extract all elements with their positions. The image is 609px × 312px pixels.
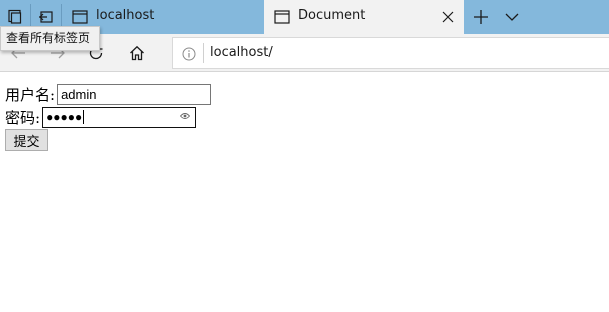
text-caret bbox=[83, 110, 85, 124]
password-input[interactable]: ●●●●● bbox=[42, 106, 197, 128]
divider bbox=[203, 43, 204, 63]
tab-title: localhost bbox=[96, 8, 155, 23]
page-content: 用户名: admin 密码: ●●●●● 提交 bbox=[0, 73, 609, 312]
username-input[interactable]: admin bbox=[57, 83, 212, 105]
reveal-password-icon[interactable] bbox=[180, 112, 191, 120]
tab-title: Document bbox=[298, 8, 366, 23]
address-bar[interactable]: localhost/ bbox=[172, 37, 609, 69]
set-aside-tabs-icon bbox=[39, 11, 53, 23]
submit-button[interactable]: 提交 bbox=[5, 129, 48, 151]
username-value: admin bbox=[61, 86, 97, 102]
password-value: ●●●●● bbox=[46, 110, 83, 124]
username-row: 用户名: admin bbox=[5, 83, 212, 105]
username-label: 用户名: bbox=[5, 85, 56, 104]
tab-document[interactable]: Document bbox=[264, 0, 464, 34]
page-icon bbox=[274, 10, 290, 24]
tab-list-button[interactable] bbox=[497, 0, 527, 34]
close-tab-icon[interactable] bbox=[442, 11, 454, 23]
info-icon[interactable] bbox=[182, 47, 196, 61]
tab-preview-icon bbox=[8, 9, 22, 24]
password-label: 密码: bbox=[5, 108, 41, 127]
home-button[interactable] bbox=[119, 34, 155, 72]
plus-icon bbox=[474, 10, 488, 24]
password-row: 密码: ●●●●● bbox=[5, 106, 197, 128]
tooltip: 查看所有标签页 bbox=[0, 26, 100, 51]
home-icon bbox=[130, 45, 144, 61]
page-icon bbox=[72, 10, 88, 24]
chevron-down-icon bbox=[505, 13, 519, 21]
url-text[interactable]: localhost/ bbox=[210, 45, 273, 60]
new-tab-button[interactable] bbox=[466, 0, 496, 34]
